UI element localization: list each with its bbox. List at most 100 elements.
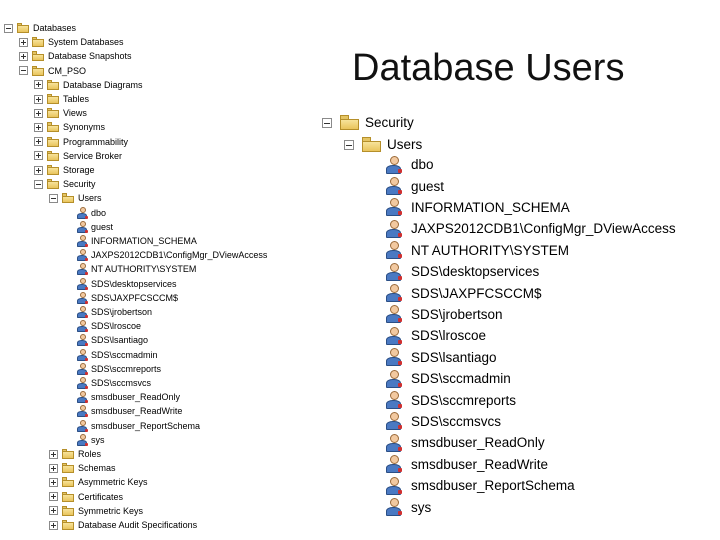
slide-title: Database Users xyxy=(352,47,625,89)
user-list-item[interactable]: smsdbuser_ReportSchema xyxy=(386,475,575,496)
tree-node[interactable]: NT AUTHORITY\SYSTEM xyxy=(64,262,196,276)
user-list-item[interactable]: NT AUTHORITY\SYSTEM xyxy=(386,240,569,261)
expand-toggle-icon[interactable] xyxy=(34,80,43,90)
user-icon xyxy=(77,206,88,219)
folder-icon xyxy=(32,51,44,62)
tree-node[interactable]: INFORMATION_SCHEMA xyxy=(64,234,197,248)
tree-node[interactable]: Storage xyxy=(34,163,95,177)
user-list-item[interactable]: SDS\jrobertson xyxy=(386,304,503,325)
tree-node[interactable]: System Databases xyxy=(19,35,124,49)
expand-toggle-icon[interactable] xyxy=(19,51,28,61)
user-list-item[interactable]: SDS\sccmsvcs xyxy=(386,411,501,432)
tree-node[interactable]: Programmability xyxy=(34,135,128,149)
tree-node[interactable]: Security xyxy=(34,177,96,191)
user-name: sys xyxy=(411,499,432,515)
user-name: SDS\jrobertson xyxy=(411,306,503,322)
expand-toggle-icon[interactable] xyxy=(34,122,43,132)
expand-toggle-icon[interactable] xyxy=(34,108,43,118)
expand-toggle-icon[interactable] xyxy=(34,137,43,147)
user-list-item[interactable]: smsdbuser_ReadWrite xyxy=(386,454,548,475)
collapse-toggle-icon[interactable] xyxy=(322,117,332,128)
tree-node-security[interactable]: Security xyxy=(322,112,414,133)
tree-node-label: Service Broker xyxy=(63,150,123,161)
folder-icon xyxy=(62,477,74,488)
tree-node[interactable]: guest xyxy=(64,220,113,234)
user-list-item[interactable]: SDS\JAXPFCSCCM$ xyxy=(386,282,542,303)
user-icon xyxy=(386,262,403,281)
user-list-item[interactable]: SDS\lsantiago xyxy=(386,347,497,368)
tree-node[interactable]: smsdbuser_ReadWrite xyxy=(64,404,182,418)
tree-node-label: CM_PSO xyxy=(48,65,87,76)
tree-node[interactable]: Database Snapshots xyxy=(19,49,132,63)
tree-node[interactable]: SDS\sccmsvcs xyxy=(64,376,151,390)
tree-node[interactable]: SDS\jrobertson xyxy=(64,305,152,319)
tree-node[interactable]: smsdbuser_ReadOnly xyxy=(64,390,180,404)
tree-node[interactable]: Certificates xyxy=(49,490,123,504)
tree-node[interactable]: Roles xyxy=(49,447,101,461)
tree-node[interactable]: Database Audit Specifications xyxy=(49,518,197,532)
tree-node[interactable]: SDS\lsantiago xyxy=(64,333,148,347)
expand-toggle-icon[interactable] xyxy=(49,449,58,459)
tree-node[interactable]: Database Diagrams xyxy=(34,78,143,92)
expand-toggle-icon[interactable] xyxy=(34,94,43,104)
user-icon xyxy=(386,433,403,452)
expand-toggle-icon[interactable] xyxy=(49,492,58,502)
expand-toggle-icon[interactable] xyxy=(49,520,58,530)
tree-node[interactable]: Users xyxy=(49,191,102,205)
tree-node[interactable]: Synonyms xyxy=(34,120,105,134)
tree-node[interactable]: Symmetric Keys xyxy=(49,504,143,518)
collapse-toggle-icon[interactable] xyxy=(19,66,28,76)
tree-node[interactable]: SDS\desktopservices xyxy=(64,277,177,291)
tree-node-label: NT AUTHORITY\SYSTEM xyxy=(91,264,197,275)
user-icon xyxy=(386,326,403,345)
expand-toggle-icon[interactable] xyxy=(34,151,43,161)
tree-node[interactable]: Asymmetric Keys xyxy=(49,475,148,489)
collapse-toggle-icon[interactable] xyxy=(34,179,43,189)
tree-node[interactable]: Databases xyxy=(4,21,76,35)
folder-icon xyxy=(340,115,359,131)
tree-node-label: Security xyxy=(365,115,414,131)
user-list-item[interactable]: INFORMATION_SCHEMA xyxy=(386,197,570,218)
tree-node-label: Users xyxy=(387,137,423,153)
tree-node[interactable]: smsdbuser_ReportSchema xyxy=(64,419,200,433)
user-list-item[interactable]: dbo xyxy=(386,154,434,175)
user-name: SDS\desktopservices xyxy=(411,264,540,280)
collapse-toggle-icon[interactable] xyxy=(4,23,13,33)
tree-node[interactable]: SDS\sccmreports xyxy=(64,362,161,376)
tree-node-label: Databases xyxy=(33,23,77,33)
expand-toggle-icon[interactable] xyxy=(49,506,58,516)
tree-node[interactable]: Schemas xyxy=(49,461,116,475)
user-list-item[interactable]: smsdbuser_ReadOnly xyxy=(386,432,545,453)
user-list-item[interactable]: SDS\lroscoe xyxy=(386,325,486,346)
tree-node[interactable]: CM_PSO xyxy=(19,64,86,78)
expand-toggle-icon[interactable] xyxy=(19,37,28,47)
user-icon xyxy=(77,405,88,418)
expand-toggle-icon[interactable] xyxy=(49,477,58,487)
tree-node[interactable]: Tables xyxy=(34,92,89,106)
folder-icon xyxy=(47,179,59,190)
tree-node-label: SDS\jrobertson xyxy=(91,307,153,317)
expand-toggle-icon[interactable] xyxy=(34,165,43,175)
tree-node[interactable]: JAXPS2012CDB1\ConfigMgr_DViewAccess xyxy=(64,248,267,262)
tree-node-users[interactable]: Users xyxy=(344,134,422,155)
database-icon xyxy=(32,65,44,76)
user-list-item[interactable]: JAXPS2012CDB1\ConfigMgr_DViewAccess xyxy=(386,218,676,239)
tree-node[interactable]: dbo xyxy=(64,206,106,220)
user-list-item[interactable]: sys xyxy=(386,496,431,517)
tree-node[interactable]: Service Broker xyxy=(34,149,122,163)
user-list-item[interactable]: SDS\desktopservices xyxy=(386,261,539,282)
user-list-item[interactable]: SDS\sccmadmin xyxy=(386,368,511,389)
folder-icon xyxy=(47,94,59,104)
tree-node[interactable]: SDS\JAXPFCSCCM$ xyxy=(64,291,178,305)
user-list-item[interactable]: SDS\sccmreports xyxy=(386,389,516,410)
expand-toggle-icon[interactable] xyxy=(49,463,58,473)
tree-node[interactable]: SDS\sccmadmin xyxy=(64,348,158,362)
collapse-toggle-icon[interactable] xyxy=(344,139,354,150)
user-list-item[interactable]: guest xyxy=(386,175,444,196)
tree-node[interactable]: SDS\lroscoe xyxy=(64,319,141,333)
tree-node[interactable]: sys xyxy=(64,433,105,447)
tree-node[interactable]: Views xyxy=(34,106,87,120)
collapse-toggle-icon[interactable] xyxy=(49,193,58,203)
